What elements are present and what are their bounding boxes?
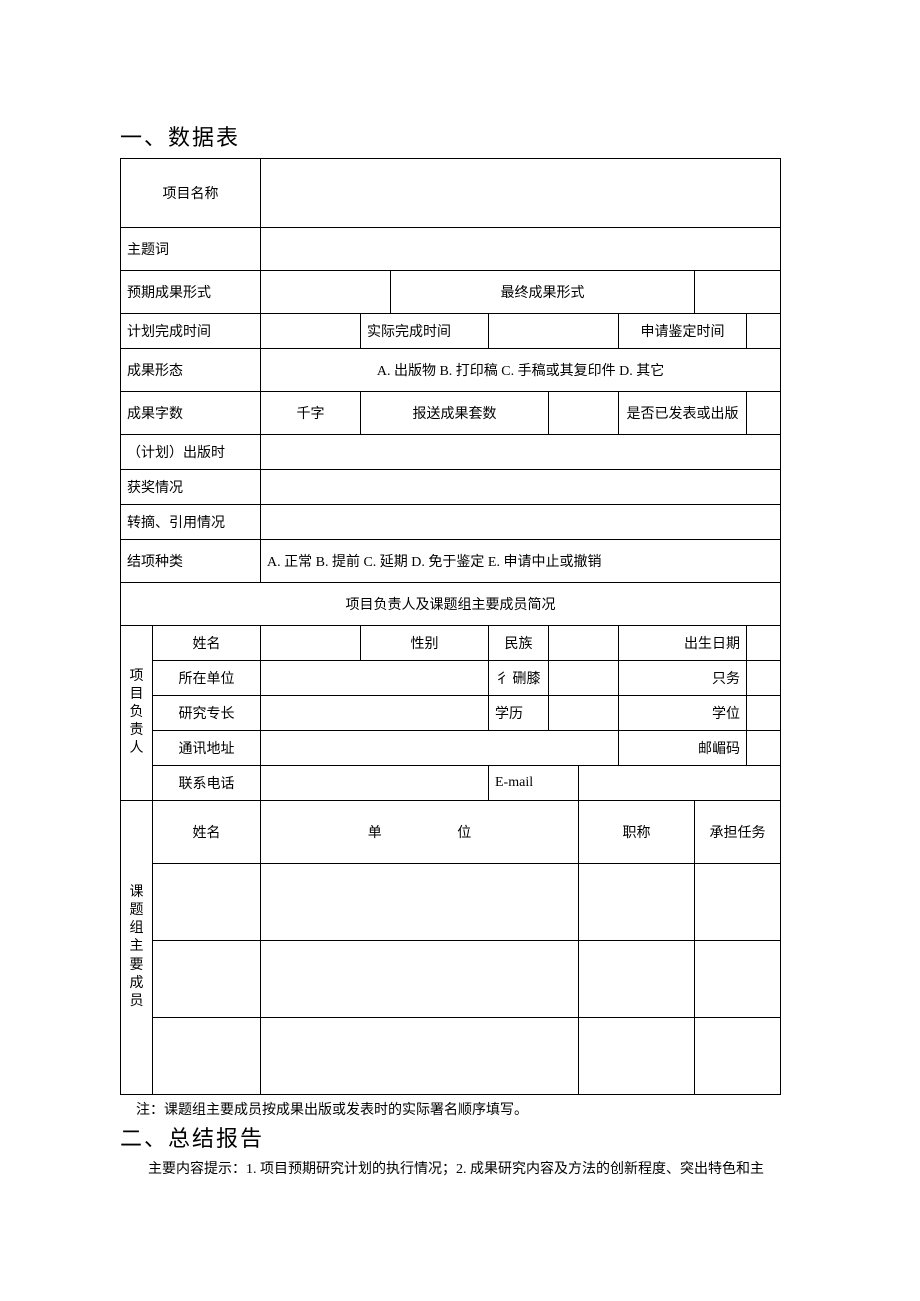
label-expected-form: 预期成果形式 — [121, 271, 261, 314]
label-published-q: 是否已发表或出版 — [619, 392, 747, 435]
opts-close-type: A. 正常 B. 提前 C. 延期 D. 免于鉴定 E. 申请中止或撤销 — [261, 540, 781, 583]
member-row-3-name[interactable] — [153, 1018, 261, 1095]
field-published-q[interactable] — [747, 392, 781, 435]
label-excerpt: 转摘、引用情况 — [121, 505, 261, 540]
label-qianzi: 千字 — [261, 392, 361, 435]
section2-intro: 主要内容提示：1. 项目预期研究计划的执行情况；2. 成果研究内容及方法的创新程… — [120, 1159, 800, 1181]
label-sex: 性别 — [361, 626, 489, 661]
label-project-name: 项目名称 — [121, 159, 261, 228]
member-row-1-unit[interactable] — [261, 864, 579, 941]
field-apply-time[interactable] — [747, 314, 781, 349]
label-nation: 民族 — [489, 626, 549, 661]
label-final-form: 最终成果形式 — [391, 271, 695, 314]
label-birth: 出生日期 — [619, 626, 747, 661]
section2-title: 二、总结报告 — [120, 1121, 800, 1153]
label-tr2b: 只务 — [619, 661, 747, 696]
member-row-3-task[interactable] — [695, 1018, 781, 1095]
field-org[interactable] — [261, 661, 489, 696]
label-m-task: 承担任务 — [695, 801, 781, 864]
label-m-title: 职称 — [579, 801, 695, 864]
field-tr2a[interactable] — [549, 661, 619, 696]
label-postcode: 邮嵋码 — [619, 731, 747, 766]
label-name: 姓名 — [153, 626, 261, 661]
field-birth[interactable] — [747, 626, 781, 661]
member-row-3-title[interactable] — [579, 1018, 695, 1095]
table-note: 注：课题组主要成员按成果出版或发表时的实际署名顺序填写。 — [136, 1099, 800, 1119]
field-name[interactable] — [261, 626, 361, 661]
label-sets: 报送成果套数 — [361, 392, 549, 435]
label-leader: 项目负责人 — [121, 626, 153, 801]
section1-title: 一、数据表 — [120, 120, 800, 152]
field-expected-form[interactable] — [261, 271, 391, 314]
member-row-1-name[interactable] — [153, 864, 261, 941]
label-spec: 研究专长 — [153, 696, 261, 731]
label-members: 课 题组 主要 成员 — [121, 801, 153, 1095]
field-awards[interactable] — [261, 470, 781, 505]
field-plan-finish[interactable] — [261, 314, 361, 349]
field-email[interactable] — [579, 766, 781, 801]
field-plan-pub[interactable] — [261, 435, 781, 470]
field-sets[interactable] — [549, 392, 619, 435]
label-plan-pub: （计划）出版时 — [121, 435, 261, 470]
field-tr2b[interactable] — [747, 661, 781, 696]
data-table: 项目名称 主题词 预期成果形式 最终成果形式 计划完成时间 实际完成时间 申请鉴… — [120, 158, 781, 1095]
member-row-1-task[interactable] — [695, 864, 781, 941]
label-word-count: 成果字数 — [121, 392, 261, 435]
field-nation[interactable] — [549, 626, 619, 661]
label-m-unit: 单 位 — [261, 801, 579, 864]
field-actual-finish[interactable] — [489, 314, 619, 349]
member-row-2-unit[interactable] — [261, 941, 579, 1018]
opts-result-state: A. 出版物 B. 打印稿 C. 手稿或其复印件 D. 其它 — [261, 349, 781, 392]
field-addr[interactable] — [261, 731, 619, 766]
label-org: 所在单位 — [153, 661, 261, 696]
field-spec[interactable] — [261, 696, 489, 731]
label-apply-time: 申请鉴定时间 — [619, 314, 747, 349]
field-edu[interactable] — [549, 696, 619, 731]
field-final-form[interactable] — [695, 271, 781, 314]
field-keywords[interactable] — [261, 228, 781, 271]
field-postcode[interactable] — [747, 731, 781, 766]
field-excerpt[interactable] — [261, 505, 781, 540]
label-close-type: 结项种类 — [121, 540, 261, 583]
label-tr2a: 彳 硎膝 — [489, 661, 549, 696]
label-email: E-mail — [489, 766, 579, 801]
label-keywords: 主题词 — [121, 228, 261, 271]
label-actual-finish: 实际完成时间 — [361, 314, 489, 349]
label-edu: 学历 — [489, 696, 549, 731]
label-m-name: 姓名 — [153, 801, 261, 864]
label-team-header: 项目负责人及课题组主要成员简况 — [121, 583, 781, 626]
label-result-state: 成果形态 — [121, 349, 261, 392]
label-tel: 联系电话 — [153, 766, 261, 801]
label-addr: 通讯地址 — [153, 731, 261, 766]
field-tel[interactable] — [261, 766, 489, 801]
label-degree: 学位 — [619, 696, 747, 731]
field-project-name[interactable] — [261, 159, 781, 228]
label-awards: 获奖情况 — [121, 470, 261, 505]
member-row-1-title[interactable] — [579, 864, 695, 941]
member-row-3-unit[interactable] — [261, 1018, 579, 1095]
label-plan-finish: 计划完成时间 — [121, 314, 261, 349]
member-row-2-name[interactable] — [153, 941, 261, 1018]
member-row-2-task[interactable] — [695, 941, 781, 1018]
member-row-2-title[interactable] — [579, 941, 695, 1018]
field-degree[interactable] — [747, 696, 781, 731]
